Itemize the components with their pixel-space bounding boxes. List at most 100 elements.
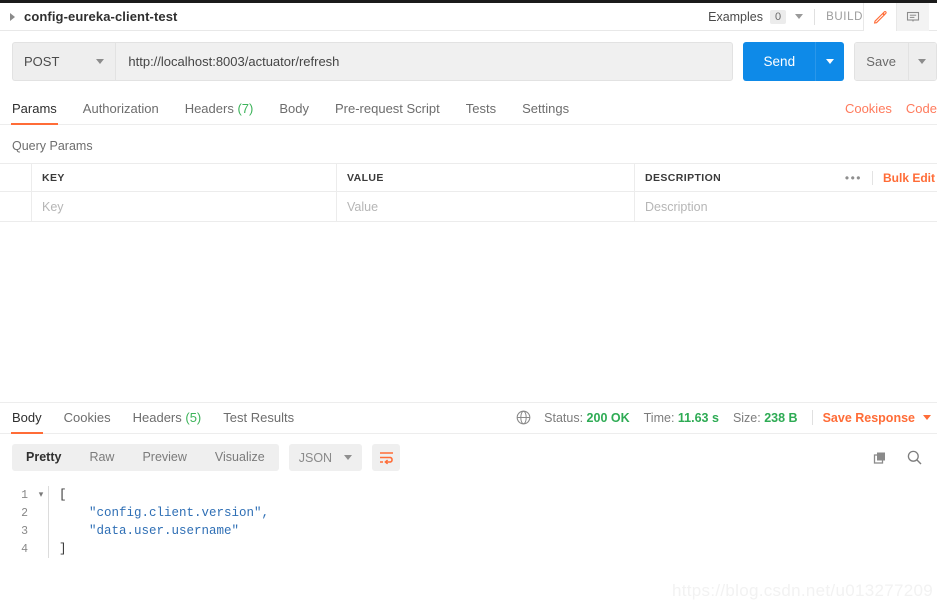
save-response-chevron-down-icon[interactable] [923, 415, 931, 420]
response-language-select[interactable]: JSON [288, 444, 363, 471]
word-wrap-button[interactable] [372, 444, 401, 471]
format-tab-raw[interactable]: Raw [75, 444, 128, 471]
tab-tests[interactable]: Tests [466, 101, 496, 124]
copy-button[interactable] [872, 450, 888, 466]
code-text: "data.user.username" [59, 524, 240, 538]
time-item: Time: 11.63 s [644, 411, 719, 425]
format-tab-visualize[interactable]: Visualize [201, 444, 279, 471]
response-tab-body-label: Body [12, 410, 42, 425]
size-item: Size: 238 B [733, 411, 798, 425]
tab-tests-label: Tests [465, 101, 497, 116]
response-tab-body[interactable]: Body [11, 410, 43, 434]
bulk-edit-button[interactable]: Bulk Edit [871, 170, 935, 185]
line-number: 4 [21, 542, 28, 556]
table-actions: ••• Bulk Edit [835, 164, 937, 191]
divider [814, 8, 816, 25]
tab-authorization[interactable]: Authorization [83, 101, 159, 124]
code-text: [ [59, 488, 67, 502]
code-line: 2 "config.client.version", [0, 504, 937, 522]
response-status-bar: Status: 200 OK Time: 11.63 s Size: 238 B… [515, 409, 937, 433]
code-line: 1 ▾ [ [0, 486, 937, 504]
row-key-placeholder: Key [42, 199, 64, 214]
header-checkbox-cell [0, 164, 32, 191]
tab-pre-request-script-label: Pre-request Script [334, 101, 440, 116]
request-name-bar: config-eureka-client-test Examples 0 BUI… [0, 2, 937, 31]
header-key-cell: KEY [32, 164, 337, 191]
tab-body-label: Body [279, 101, 309, 116]
header-value-cell: VALUE [337, 164, 635, 191]
row-value-input[interactable]: Value [337, 192, 635, 221]
globe-button[interactable] [515, 409, 532, 426]
gutter-divider [48, 486, 49, 504]
response-tab-headers-label: Headers [132, 410, 182, 425]
response-toolbar-right [854, 449, 937, 466]
tab-body[interactable]: Body [279, 101, 309, 124]
line-number: 2 [21, 506, 28, 520]
response-format-toolbar: Pretty Raw Preview Visualize JSON [0, 434, 937, 480]
response-panel: Body Cookies Headers (5) Test Results St… [0, 402, 937, 607]
gutter-divider [48, 522, 49, 540]
row-description-input[interactable]: Description [635, 192, 937, 221]
format-tab-preview[interactable]: Preview [128, 444, 200, 471]
comment-button[interactable] [897, 2, 929, 31]
response-tab-test-results[interactable]: Test Results [223, 410, 294, 433]
header-key-label: KEY [42, 171, 65, 184]
save-options-button[interactable] [907, 43, 936, 80]
edit-button[interactable] [864, 2, 896, 31]
save-chevron-down-icon [918, 59, 927, 64]
globe-icon [516, 410, 531, 425]
examples-label: Examples [708, 9, 763, 24]
response-body-code[interactable]: 1 ▾ [ 2 "config.client.version", 3 "data… [0, 480, 937, 558]
url-input-value: http://localhost:8003/actuator/refresh [128, 54, 340, 69]
response-tab-cookies-label: Cookies [63, 410, 111, 425]
tab-pre-request-script[interactable]: Pre-request Script [335, 101, 440, 124]
size-value: 238 B [764, 410, 798, 425]
code-line: 3 "data.user.username" [0, 522, 937, 540]
tab-authorization-label: Authorization [82, 101, 159, 116]
tab-params[interactable]: Params [11, 101, 58, 125]
word-wrap-icon [379, 452, 393, 465]
code-line: 4 ] [0, 540, 937, 558]
language-chevron-down-icon [344, 455, 353, 460]
more-options-icon[interactable]: ••• [835, 171, 872, 185]
header-description-label: DESCRIPTION [645, 171, 722, 184]
url-input[interactable]: http://localhost:8003/actuator/refresh [115, 42, 734, 81]
tab-params-label: Params [12, 101, 57, 116]
fold-chevron-icon[interactable]: ▾ [34, 490, 48, 500]
size-label: Size: [732, 410, 761, 425]
http-method-select[interactable]: POST [12, 42, 116, 81]
request-name: config-eureka-client-test [24, 9, 178, 24]
request-tabs-right-links: Cookies Code [831, 101, 937, 124]
format-tab-pretty[interactable]: Pretty [12, 444, 75, 471]
expand-caret-icon[interactable] [10, 12, 15, 21]
code-text: ] [59, 542, 67, 556]
code-link[interactable]: Code [906, 101, 937, 116]
header-value-label: VALUE [347, 171, 384, 184]
tab-headers[interactable]: Headers (7) [185, 101, 254, 124]
response-tab-headers[interactable]: Headers (5) [133, 410, 202, 433]
request-tabs: Params Authorization Headers (7) Body Pr… [0, 94, 937, 125]
status-value: 200 OK [586, 410, 630, 425]
response-language-value: JSON [298, 450, 333, 465]
name-bar-right-group: Examples 0 BUILD [708, 2, 929, 31]
cookies-link[interactable]: Cookies [845, 101, 892, 116]
row-key-input[interactable]: Key [32, 192, 337, 221]
row-description-placeholder: Description [645, 199, 708, 214]
method-chevron-down-icon [96, 59, 105, 64]
search-button[interactable] [906, 449, 923, 466]
save-button[interactable]: Save [854, 43, 908, 80]
response-tabs: Body Cookies Headers (5) Test Results St… [0, 403, 937, 434]
row-checkbox-cell[interactable] [0, 192, 32, 221]
tab-headers-count: (7) [237, 101, 254, 116]
tab-settings[interactable]: Settings [522, 101, 569, 124]
save-response-button[interactable]: Save Response [823, 411, 915, 425]
response-tab-cookies[interactable]: Cookies [64, 410, 111, 433]
query-params-table: KEY VALUE DESCRIPTION ••• Bulk Edit Key … [0, 163, 937, 222]
copy-icon [873, 452, 885, 464]
send-button[interactable]: Send [743, 42, 816, 81]
examples-chevron-down-icon[interactable] [795, 14, 804, 19]
send-options-button[interactable] [815, 42, 844, 81]
send-chevron-down-icon [825, 59, 834, 64]
tab-headers-label: Headers [184, 101, 234, 116]
build-label[interactable]: BUILD [826, 11, 863, 23]
